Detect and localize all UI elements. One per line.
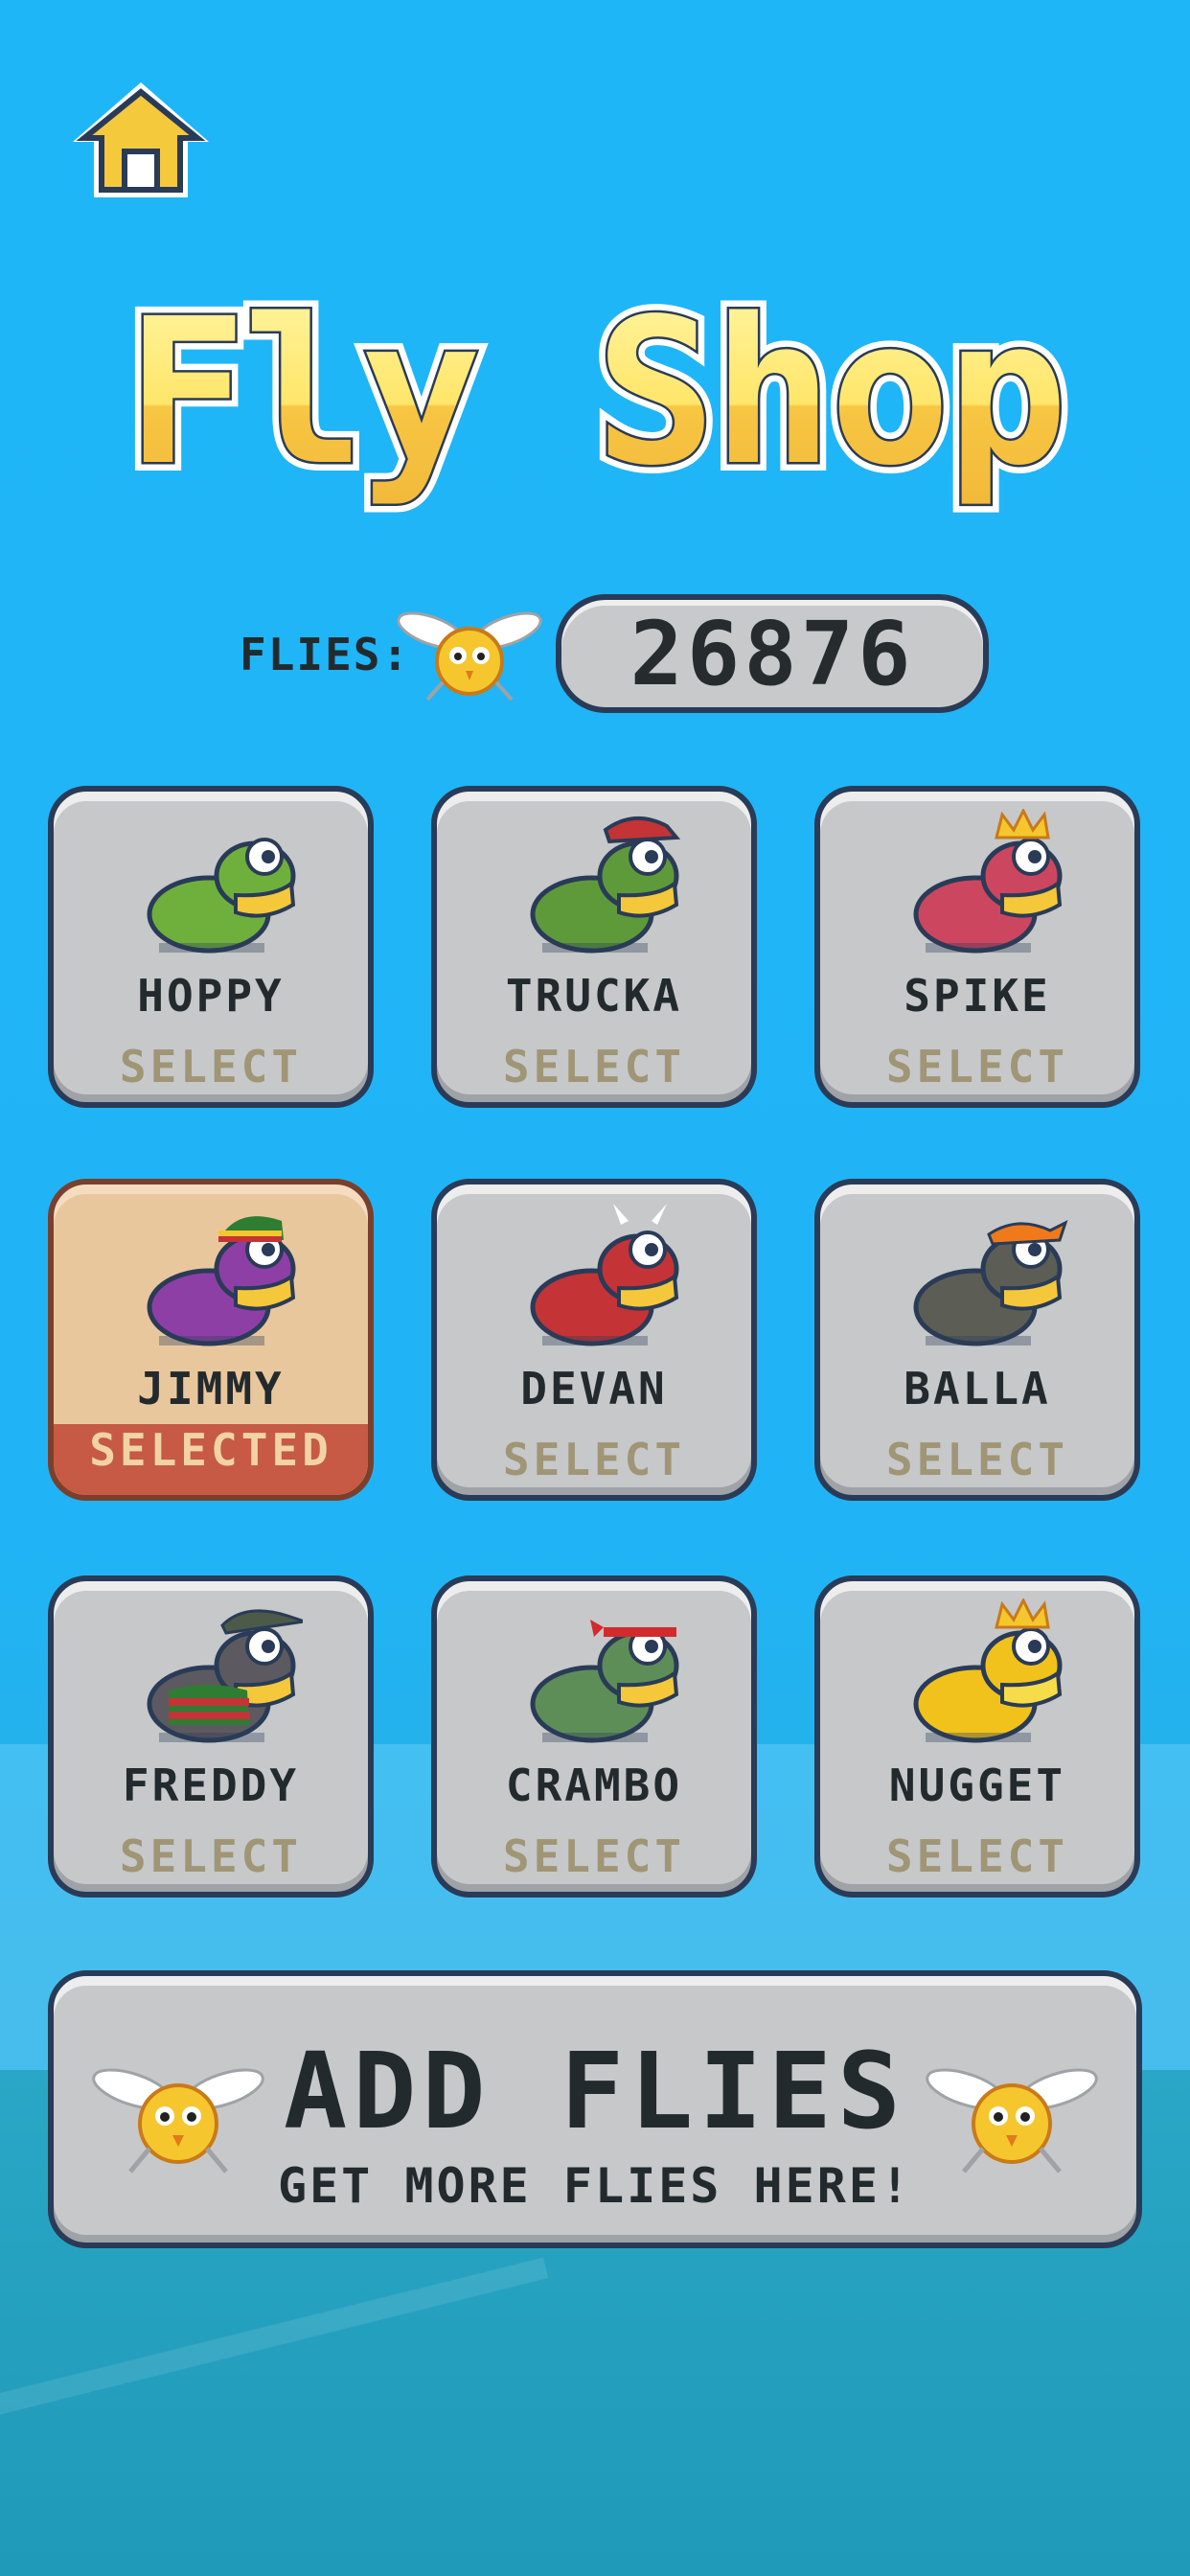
select-button[interactable]: SELECT: [437, 1830, 751, 1882]
flies-counter: FLIES: 26876: [240, 594, 1006, 719]
frog-card-hoppy[interactable]: HOPPY SELECT: [48, 786, 374, 1108]
frog-icon: [897, 1202, 1069, 1355]
frog-card-nugget[interactable]: NUGGET SELECT: [814, 1576, 1140, 1898]
select-button[interactable]: SELECT: [437, 1041, 751, 1092]
frog-icon: [514, 1202, 686, 1355]
frog-name: SPIKE: [904, 970, 1051, 1022]
home-icon: [73, 82, 209, 197]
frog-name: DEVAN: [520, 1363, 668, 1414]
frog-card-jimmy[interactable]: JIMMY SELECTED: [48, 1179, 374, 1501]
frog-card-crambo[interactable]: CRAMBO SELECT: [431, 1576, 757, 1898]
select-button[interactable]: SELECT: [54, 1041, 368, 1092]
frog-icon: [514, 1598, 686, 1752]
page-title: Fly Shop Fly Shop: [0, 266, 1190, 539]
frog-card-trucka[interactable]: TRUCKA SELECT: [431, 786, 757, 1108]
frog-name: HOPPY: [137, 970, 285, 1022]
flies-label: FLIES:: [240, 629, 411, 680]
select-button[interactable]: SELECT: [820, 1830, 1134, 1882]
fly-icon: [393, 604, 546, 709]
frog-grid: HOPPY SELECT TRUCKA SELECT SPIKE SELECT JIMMY S…: [48, 786, 1142, 1898]
frog-card-freddy[interactable]: FREDDY SELECT: [48, 1576, 374, 1898]
frog-icon: [130, 1202, 303, 1355]
title-text-outline: Fly Shop: [126, 275, 1064, 510]
frog-name: FREDDY: [122, 1760, 300, 1811]
select-button[interactable]: SELECT: [54, 1830, 368, 1882]
frog-card-spike[interactable]: SPIKE SELECT: [814, 786, 1140, 1108]
frog-card-devan[interactable]: DEVAN SELECT: [431, 1179, 757, 1501]
fly-icon: [926, 2057, 1098, 2181]
select-button[interactable]: SELECT: [820, 1041, 1134, 1092]
select-button[interactable]: SELECT: [437, 1434, 751, 1485]
frog-icon: [130, 1598, 306, 1752]
add-flies-button[interactable]: ADD FLIES GET MORE FLIES HERE!: [48, 1970, 1142, 2248]
home-button[interactable]: [69, 79, 213, 203]
select-button[interactable]: SELECT: [820, 1434, 1134, 1485]
frog-card-balla[interactable]: BALLA SELECT: [814, 1179, 1140, 1501]
frog-name: BALLA: [904, 1363, 1051, 1414]
frog-name: JIMMY: [137, 1363, 285, 1414]
frog-icon: [130, 809, 303, 962]
frog-name: CRAMBO: [505, 1760, 683, 1811]
frog-icon: [514, 809, 686, 962]
frog-name: NUGGET: [888, 1760, 1066, 1811]
selected-label: SELECTED: [89, 1424, 332, 1476]
frog-icon: [897, 1597, 1069, 1752]
frog-icon: [897, 807, 1069, 962]
frog-name: TRUCKA: [505, 970, 683, 1022]
flies-count: 26876: [556, 594, 989, 713]
